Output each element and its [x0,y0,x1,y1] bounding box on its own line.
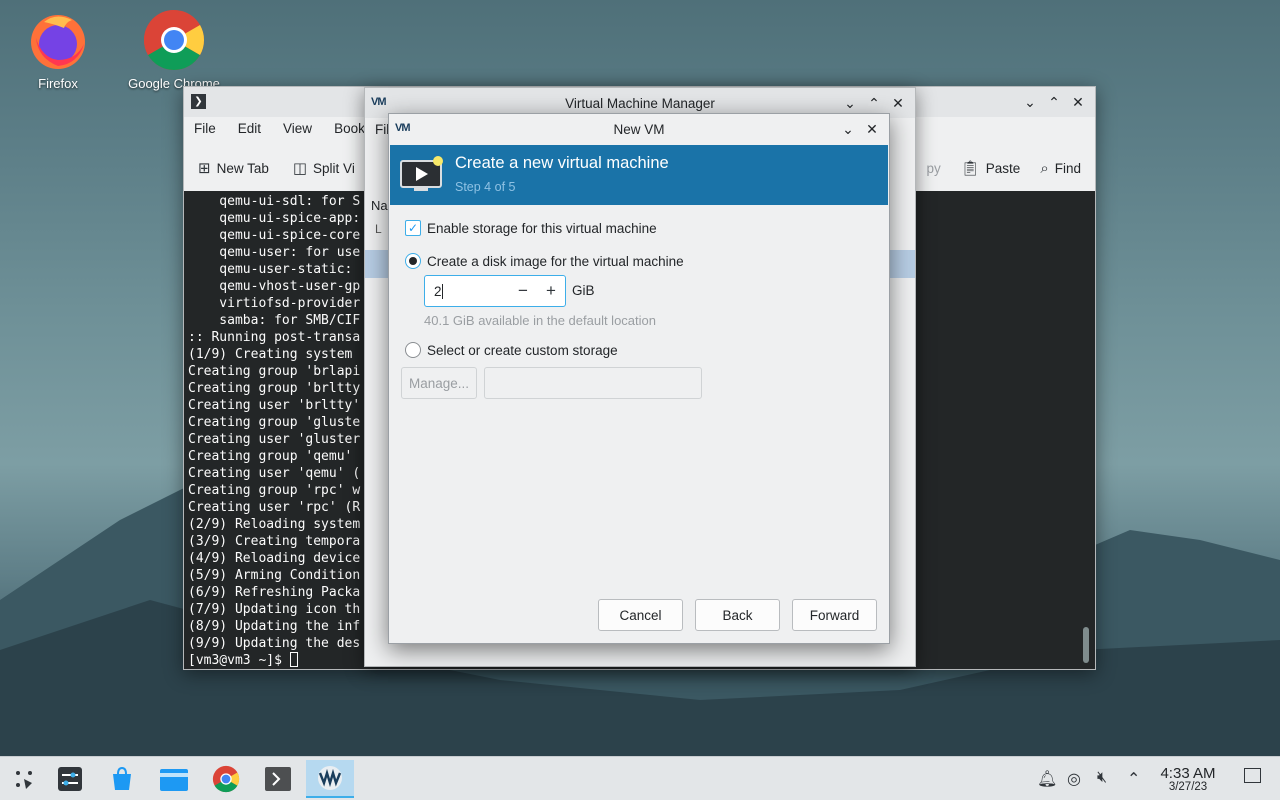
chevron-up-icon[interactable]: ⌃ [1127,769,1140,789]
taskbar-discover[interactable] [100,760,144,798]
taskbar-file-manager[interactable] [152,760,196,798]
notifications-icon[interactable]: 🔔︎ [1037,769,1057,789]
new-vm-dialog: VM New VM ⌄ ✕ Create a new virtual machi… [388,113,890,644]
prompt-text: [vm3@vm3 ~]$ [188,653,290,668]
create-disk-label: Create a disk image for the virtual mach… [427,253,684,269]
find-button[interactable]: ⌕ Find [1040,160,1081,177]
firefox-icon [31,15,85,69]
desktop-icon-chrome[interactable]: Google Chrome [119,8,229,91]
minimize-button[interactable]: ⌄ [837,119,859,139]
vmm-name-column: Na [371,198,388,213]
clock-date: 3/27/23 [1168,781,1208,793]
maximize-button[interactable]: ⌃ [863,93,885,113]
vmm-logo-icon: VM [395,122,410,134]
close-button[interactable]: ✕ [1067,92,1089,112]
taskbar-virt-manager[interactable] [306,760,354,798]
storage-path-input[interactable] [484,367,702,399]
clock[interactable]: 4:33 AM 3/27/23 [1154,765,1222,793]
increment-button[interactable]: + [537,281,565,301]
split-view-button[interactable]: ◫ Split Vi [293,159,355,177]
minimize-button[interactable]: ⌄ [839,93,861,113]
chrome-icon [143,9,205,71]
decrement-button[interactable]: − [509,281,537,301]
create-disk-row[interactable]: Create a disk image for the virtual mach… [405,253,684,269]
menu-view[interactable]: View [283,121,312,136]
disk-size-input[interactable]: 2 [425,283,509,299]
forward-button[interactable]: Forward [792,599,877,631]
available-space-text: 40.1 GiB available in the default locati… [424,313,656,328]
taskbar-system-settings[interactable] [48,760,92,798]
taskbar-konsole[interactable] [256,760,300,798]
konsole-toolbar: ⊞ New Tab ◫ Split Vi [198,159,355,177]
custom-storage-radio[interactable] [405,342,421,358]
menu-edit[interactable]: Edit [238,121,261,136]
close-button[interactable]: ✕ [887,93,909,113]
wizard-title: Create a new virtual machine [455,154,669,172]
taskbar: 🔔︎ ◎ 🔇︎ ⌃ 4:33 AM 3/27/23 [0,756,1280,800]
show-desktop-icon [1244,768,1261,783]
enable-storage-label: Enable storage for this virtual machine [427,220,657,236]
paste-button[interactable]: 📋︎ Paste [961,159,1021,177]
disk-size-spinbox[interactable]: 2 − + [424,275,566,307]
desktop-icon-label: Firefox [38,76,78,91]
menu-file[interactable]: File [194,121,216,136]
new-vm-monitor-icon [400,156,443,191]
vmm-logo-icon: VM [371,96,386,108]
launcher-icon [16,771,32,789]
wizard-step: Step 4 of 5 [455,180,516,194]
disk-size-unit: GiB [572,283,595,298]
paste-icon: 📋︎ [960,160,980,177]
new-vm-titlebar[interactable]: VM New VM ⌄ ✕ [389,114,889,144]
search-icon: ⌕ [1040,159,1049,177]
terminal-icon: ❯ [191,94,206,109]
wizard-banner: Create a new virtual machine Step 4 of 5 [390,145,888,205]
show-desktop-button[interactable] [1244,768,1261,788]
split-view-icon: ◫ [292,160,308,177]
copy-button[interactable]: py [926,161,940,176]
create-disk-radio[interactable] [405,253,421,269]
custom-storage-row[interactable]: Select or create custom storage [405,342,618,358]
konsole-menubar: File Edit View Bookm [194,121,376,136]
enable-storage-checkbox[interactable]: ✓ [405,220,421,236]
app-launcher-button[interactable] [2,760,46,798]
new-tab-icon: ⊞ [198,160,211,177]
desktop-icon-firefox[interactable]: Firefox [3,8,113,91]
maximize-button[interactable]: ⌃ [1043,92,1065,112]
vmm-logo-icon [318,766,342,790]
vmm-title: Virtual Machine Manager [565,95,715,111]
close-button[interactable]: ✕ [861,119,883,139]
folder-icon [160,769,188,791]
cancel-button[interactable]: Cancel [598,599,683,631]
back-button[interactable]: Back [695,599,780,631]
enable-storage-row[interactable]: ✓ Enable storage for this virtual machin… [405,220,657,236]
clock-time: 4:33 AM [1160,765,1216,782]
new-vm-title: New VM [613,121,665,137]
terminal-icon [265,767,291,791]
settings-icon [58,767,82,791]
terminal-scrollbar[interactable] [1083,627,1089,663]
custom-storage-label: Select or create custom storage [427,342,618,358]
new-tab-button[interactable]: ⊞ New Tab [198,159,269,177]
taskbar-chrome[interactable] [204,760,248,798]
minimize-button[interactable]: ⌄ [1019,92,1041,112]
store-bag-icon [113,766,131,790]
terminal-cursor [289,652,298,667]
volume-muted-icon[interactable]: 🔇︎ [1097,769,1107,787]
chrome-icon [212,765,240,793]
manage-button[interactable]: Manage... [401,367,477,399]
network-icon[interactable]: ◎ [1067,769,1081,789]
konsole-toolbar-right: py 📋︎ Paste ⌕ Find [926,159,1081,178]
